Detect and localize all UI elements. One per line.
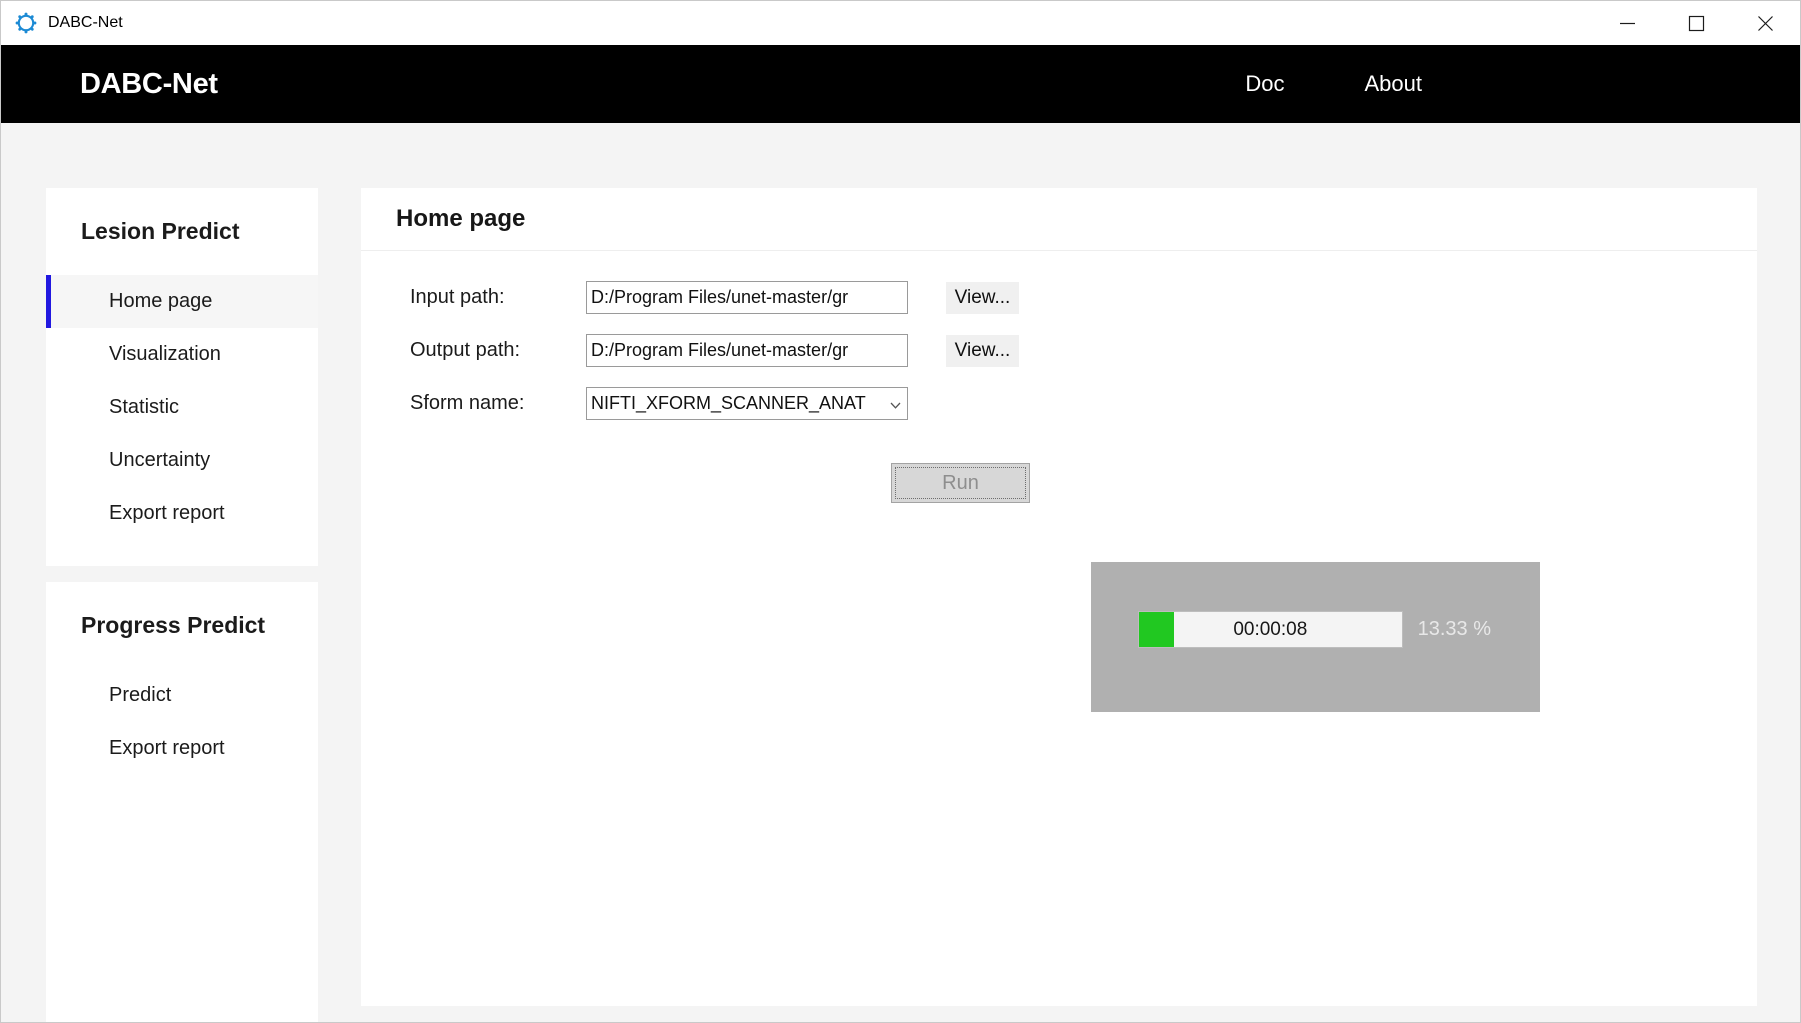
- sidebar-item-label: Home page: [109, 290, 213, 312]
- close-icon: [1757, 15, 1774, 32]
- page-title: Home page: [396, 205, 526, 232]
- output-path-view-button[interactable]: View...: [946, 334, 1019, 367]
- gear-virus-icon: [15, 12, 37, 34]
- view-button-label: View...: [954, 339, 1011, 361]
- progress-bar-container: 00:00:08 13.33 %: [1138, 611, 1491, 648]
- sidebar-section-lesion-predict: Lesion Predict Home page Visualization S…: [46, 188, 318, 566]
- sform-name-value: NIFTI_XFORM_SCANNER_ANAT: [591, 393, 866, 413]
- sidebar-item-label: Visualization: [109, 343, 221, 365]
- sidebar-item-label: Statistic: [109, 396, 180, 418]
- view-button-label: View...: [954, 286, 1011, 308]
- titlebar-left-group: DABC-Net: [1, 12, 123, 34]
- nav-link-about[interactable]: About: [1325, 71, 1463, 97]
- sidebar-item-label: Uncertainty: [109, 449, 211, 471]
- sidebar-item-home-page[interactable]: Home page: [46, 275, 318, 328]
- input-path-value: D:/Program Files/unet-master/gr: [591, 287, 849, 307]
- form-row-sform-name: Sform name: NIFTI_XFORM_SCANNER_ANAT: [361, 377, 1757, 430]
- output-path-field[interactable]: D:/Program Files/unet-master/gr: [586, 334, 908, 367]
- sidebar-item-predict[interactable]: Predict: [46, 669, 318, 722]
- form-row-output-path: Output path: D:/Program Files/unet-maste…: [361, 324, 1757, 377]
- close-button[interactable]: [1731, 1, 1800, 45]
- output-path-value: D:/Program Files/unet-master/gr: [591, 340, 849, 360]
- minimize-button[interactable]: [1593, 1, 1662, 45]
- sidebar-item-label: Predict: [109, 684, 172, 706]
- main-panel: Home page Input path: D:/Program Files/u…: [361, 188, 1757, 1006]
- sidebar-item-export-report-progress[interactable]: Export report: [46, 722, 318, 775]
- content-area: Lesion Predict Home page Visualization S…: [1, 123, 1800, 1022]
- chevron-down-icon: [890, 393, 901, 414]
- navbar-brand: DABC-Net: [80, 67, 218, 100]
- window-titlebar: DABC-Net: [1, 1, 1800, 45]
- sform-name-select[interactable]: NIFTI_XFORM_SCANNER_ANAT: [586, 387, 908, 420]
- run-row: Run: [361, 463, 1757, 503]
- sidebar-section-title-progress-predict: Progress Predict: [81, 612, 266, 638]
- application-window: DABC-Net DABC-Net Doc About Lesion Predi…: [0, 0, 1801, 1023]
- sidebar-section-padding: [46, 540, 318, 566]
- top-navbar: DABC-Net Doc About: [1, 45, 1800, 123]
- sidebar-item-visualization[interactable]: Visualization: [46, 328, 318, 381]
- sidebar-section-padding: [46, 775, 318, 1022]
- window-controls: [1593, 1, 1800, 45]
- run-button-label: Run: [942, 471, 979, 494]
- home-page-form: Input path: D:/Program Files/unet-master…: [361, 251, 1757, 712]
- nav-link-doc[interactable]: Doc: [1205, 71, 1324, 97]
- progress-percent-label: 13.33 %: [1417, 618, 1491, 640]
- window-title: DABC-Net: [48, 14, 123, 31]
- progress-bar: 00:00:08: [1138, 611, 1403, 648]
- sidebar-item-label: Export report: [109, 737, 225, 759]
- sidebar-item-statistic[interactable]: Statistic: [46, 381, 318, 434]
- output-path-label: Output path:: [410, 339, 521, 361]
- main-panel-header: Home page: [361, 188, 1757, 251]
- maximize-button[interactable]: [1662, 1, 1731, 45]
- sidebar-item-label: Export report: [109, 502, 225, 524]
- maximize-icon: [1688, 15, 1705, 32]
- progress-elapsed-time: 00:00:08: [1233, 618, 1308, 640]
- sidebar-item-uncertainty[interactable]: Uncertainty: [46, 434, 318, 487]
- sidebar-item-export-report-lesion[interactable]: Export report: [46, 487, 318, 540]
- input-path-field[interactable]: D:/Program Files/unet-master/gr: [586, 281, 908, 314]
- minimize-icon: [1619, 15, 1636, 32]
- input-path-label: Input path:: [410, 286, 505, 308]
- navbar-links: Doc About: [1205, 71, 1462, 97]
- sidebar: Lesion Predict Home page Visualization S…: [46, 188, 318, 1022]
- progress-overlay-dialog: 00:00:08 13.33 %: [1091, 562, 1540, 712]
- run-button[interactable]: Run: [891, 463, 1030, 503]
- sidebar-section-title-lesion-predict: Lesion Predict: [81, 218, 240, 244]
- form-row-input-path: Input path: D:/Program Files/unet-master…: [361, 271, 1757, 324]
- sidebar-section-progress-predict: Progress Predict Predict Export report: [46, 582, 318, 1022]
- input-path-view-button[interactable]: View...: [946, 281, 1019, 314]
- sform-name-label: Sform name:: [410, 392, 525, 414]
